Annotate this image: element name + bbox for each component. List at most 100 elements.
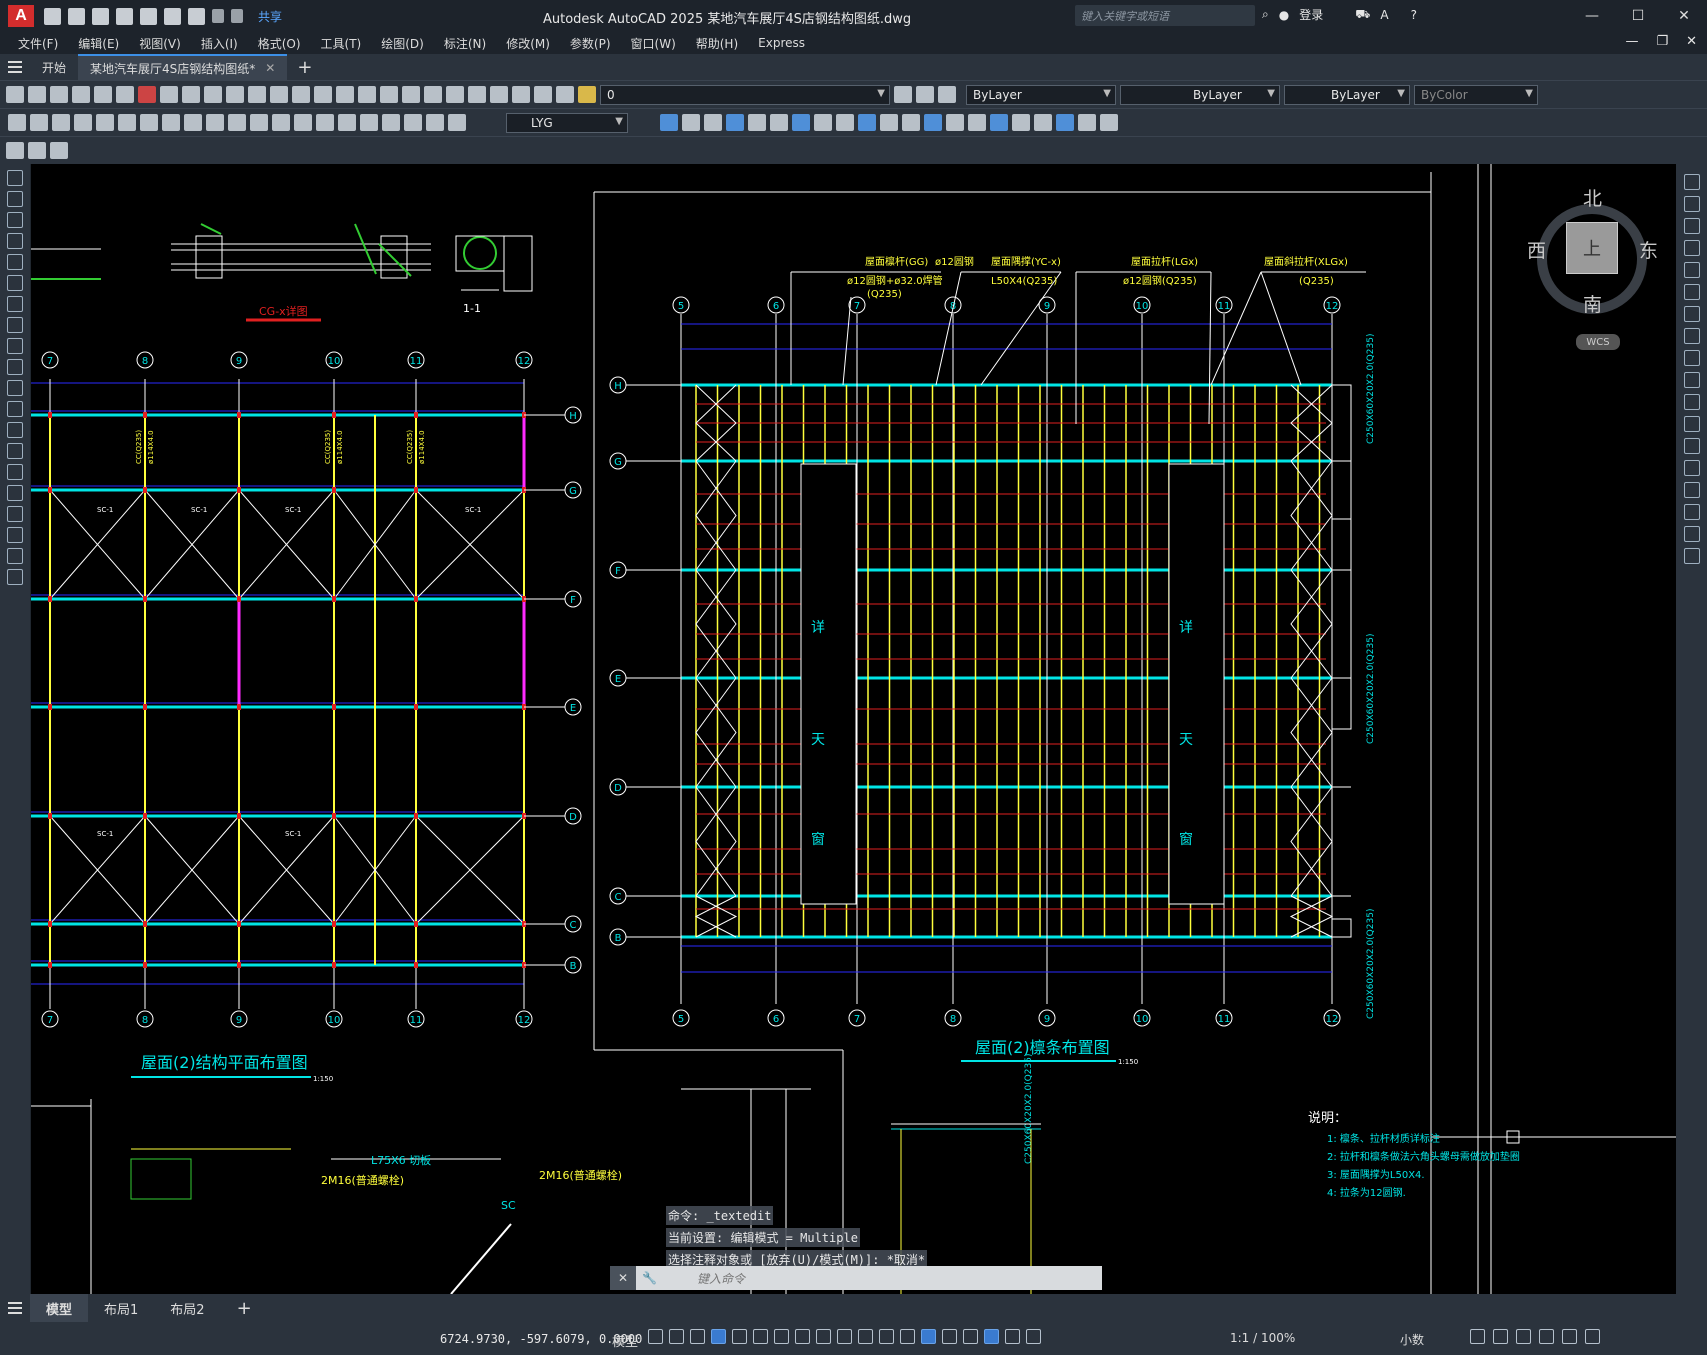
open-file-icon[interactable]: [68, 7, 85, 25]
help-toolbar-icon[interactable]: [534, 86, 552, 103]
lights-icon[interactable]: [704, 114, 722, 131]
trim-icon[interactable]: [1683, 372, 1700, 388]
undo-icon[interactable]: [212, 9, 224, 23]
properties-icon[interactable]: [402, 86, 420, 103]
polygon-icon[interactable]: [7, 233, 23, 249]
selection-filter-icon[interactable]: [942, 1329, 957, 1344]
publish-icon[interactable]: [116, 86, 134, 103]
lineweight-dropdown[interactable]: ByLayer ▼: [1284, 84, 1410, 105]
zoom-window-icon[interactable]: [358, 86, 376, 103]
dim-space-icon[interactable]: [250, 114, 268, 131]
viewcube[interactable]: 上 北 南 东 西 WCS: [1521, 184, 1661, 350]
arc-icon[interactable]: [7, 275, 23, 291]
layout-menu-icon[interactable]: [0, 1302, 30, 1314]
tab-drawing[interactable]: 某地汽车展厅4S店钢结构图纸* ✕: [78, 54, 288, 80]
plotstyle-dropdown[interactable]: ByColor ▼: [1414, 84, 1538, 105]
share-button[interactable]: 共享: [258, 8, 282, 25]
inspection-icon[interactable]: [338, 114, 356, 131]
menu-item-6[interactable]: 绘图(D): [381, 35, 424, 52]
tolerance-icon[interactable]: [294, 114, 312, 131]
design-center-icon[interactable]: [424, 86, 442, 103]
menu-hamburger-icon[interactable]: [0, 61, 30, 73]
zoom-previous-icon[interactable]: [380, 86, 398, 103]
circle-icon[interactable]: [7, 296, 23, 312]
menu-item-12[interactable]: Express: [758, 36, 805, 50]
customization-icon[interactable]: [1585, 1329, 1600, 1344]
cart-icon[interactable]: ⛟: [1355, 7, 1370, 23]
3d-print-icon[interactable]: [138, 86, 156, 103]
new-icon[interactable]: [6, 86, 24, 103]
line-icon[interactable]: [7, 170, 23, 186]
close-icon[interactable]: ✕: [1661, 0, 1707, 32]
menu-item-0[interactable]: 文件(F): [18, 35, 58, 52]
mirror-icon[interactable]: [1683, 218, 1700, 234]
hatch-icon[interactable]: [7, 464, 23, 480]
move-icon[interactable]: [1683, 284, 1700, 300]
search-icon[interactable]: ⌕: [1262, 7, 1269, 22]
break-icon[interactable]: [1683, 438, 1700, 454]
visual-style-icon[interactable]: [836, 114, 854, 131]
command-input[interactable]: 键入命令: [697, 1270, 745, 1287]
redo-icon[interactable]: [292, 86, 310, 103]
layer-previous-icon[interactable]: [916, 86, 934, 103]
object-snap-tracking-icon[interactable]: [795, 1329, 810, 1344]
dim-text-edit-icon[interactable]: [404, 114, 422, 131]
erase-icon[interactable]: [1683, 174, 1700, 190]
auto-scale-icon[interactable]: [1005, 1329, 1020, 1344]
linear-dim-icon[interactable]: [8, 114, 26, 131]
open-icon[interactable]: [28, 86, 46, 103]
fly-icon[interactable]: [792, 114, 810, 131]
annotation-scale-icon[interactable]: [1026, 1329, 1041, 1344]
add-layout-button[interactable]: +: [221, 1294, 268, 1322]
layout-tab-2[interactable]: 布局2: [154, 1294, 220, 1322]
text-style-dropdown[interactable]: LYG ▼: [506, 112, 628, 133]
command-customize-icon[interactable]: 🔧: [642, 1271, 657, 1285]
construction-line-icon[interactable]: [7, 191, 23, 207]
login-button[interactable]: 登录: [1299, 6, 1323, 23]
make-block-icon[interactable]: [7, 422, 23, 438]
menu-item-10[interactable]: 窗口(W): [631, 35, 676, 52]
drawing-canvas[interactable]: CC(Q235) ø114X4.0 CC(Q235) ø114X4.0 CC(Q235)…: [31, 164, 1676, 1294]
stretch-icon[interactable]: [1683, 350, 1700, 366]
spline-icon[interactable]: [7, 338, 23, 354]
array-icon[interactable]: [1683, 262, 1700, 278]
calculator-icon[interactable]: [512, 86, 530, 103]
camera-icon[interactable]: [748, 114, 766, 131]
ucs-face-icon[interactable]: [924, 114, 942, 131]
attribute-edit-icon[interactable]: [6, 142, 24, 159]
compass-north[interactable]: 北: [1583, 184, 1602, 211]
make-current-icon[interactable]: [894, 86, 912, 103]
copy-object-icon[interactable]: [1683, 196, 1700, 212]
open-web-icon[interactable]: [140, 7, 157, 25]
cut-icon[interactable]: [160, 86, 178, 103]
join-icon[interactable]: [1683, 460, 1700, 476]
tool-palettes-icon[interactable]: [446, 86, 464, 103]
ucs-origin-icon[interactable]: [990, 114, 1008, 131]
save-as-icon[interactable]: [116, 7, 133, 25]
ellipse-arc-icon[interactable]: [7, 380, 23, 396]
table-icon[interactable]: [7, 527, 23, 543]
ucs-object-icon[interactable]: [946, 114, 964, 131]
linetype-dropdown[interactable]: ByLayer ▼: [1120, 84, 1280, 105]
color-dropdown[interactable]: ByLayer ▼: [966, 84, 1116, 105]
menu-item-1[interactable]: 编辑(E): [78, 35, 119, 52]
sheet-set-icon[interactable]: [468, 86, 486, 103]
arc-length-dim-icon[interactable]: [52, 114, 70, 131]
continue-dim-icon[interactable]: [228, 114, 246, 131]
ucs-icon[interactable]: [858, 114, 876, 131]
center-mark-icon[interactable]: [316, 114, 334, 131]
aligned-dim-icon[interactable]: [30, 114, 48, 131]
dynamic-ucs-icon[interactable]: [921, 1329, 936, 1344]
ucs-z-icon[interactable]: [1100, 114, 1118, 131]
autodesk-app-icon[interactable]: A: [1380, 8, 1388, 22]
offset-icon[interactable]: [1683, 240, 1700, 256]
minimize-icon[interactable]: —: [1569, 0, 1615, 32]
tab-start[interactable]: 开始: [30, 54, 78, 80]
jogged-dim-icon[interactable]: [118, 114, 136, 131]
menu-item-11[interactable]: 帮助(H): [696, 35, 738, 52]
menu-item-3[interactable]: 插入(I): [201, 35, 238, 52]
snap-icon[interactable]: [669, 1329, 684, 1344]
doc-minimize-icon[interactable]: —: [1625, 34, 1638, 49]
units-display[interactable]: 小数: [1400, 1331, 1424, 1348]
autocad-logo-icon[interactable]: A: [8, 5, 34, 27]
